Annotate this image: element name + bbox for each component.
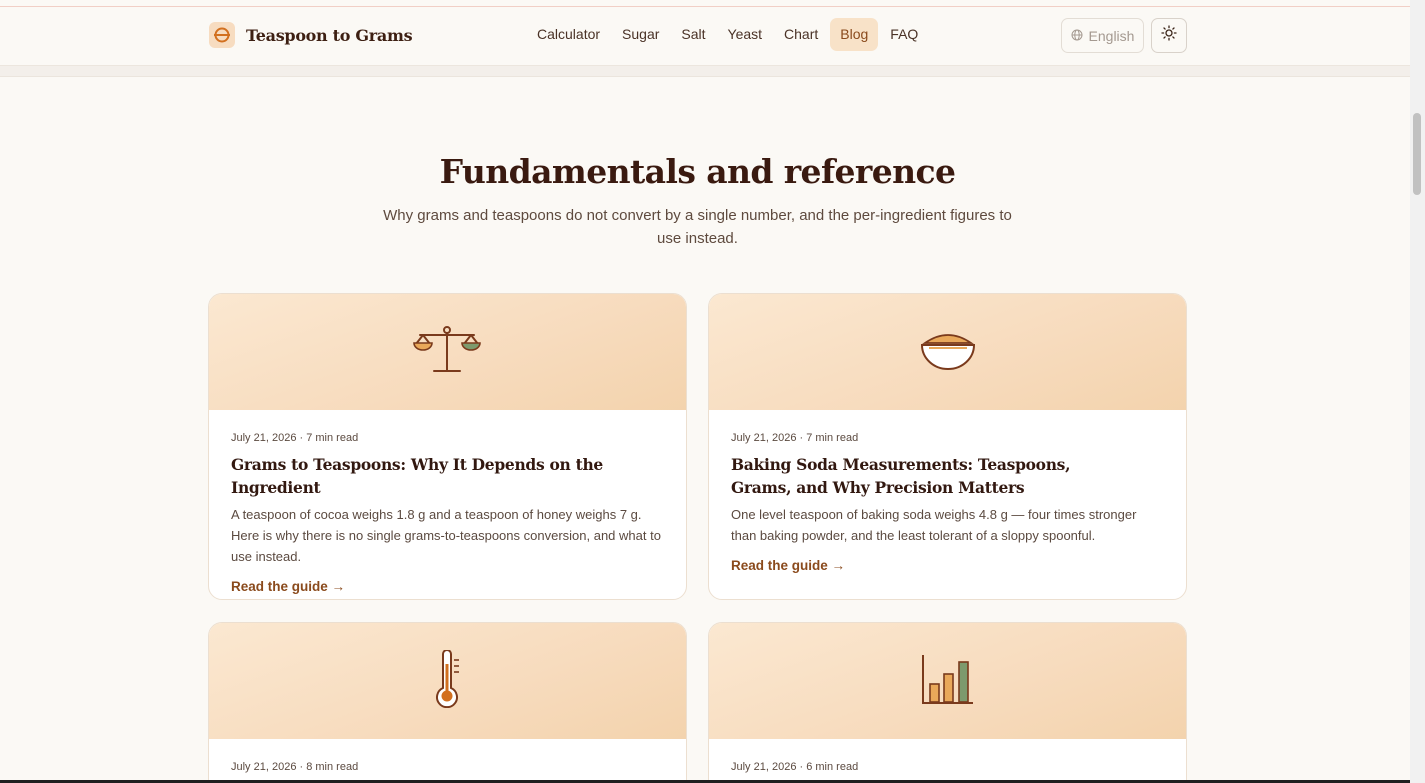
language-select[interactable]: English [1061, 18, 1144, 53]
nav-salt[interactable]: Salt [671, 18, 715, 51]
nav-chart[interactable]: Chart [774, 18, 828, 51]
card-meta: July 21, 2026 · 6 min read [731, 761, 859, 773]
card-excerpt: A teaspoon of cocoa weighs 1.8 g and a t… [231, 507, 661, 564]
brand-name: Teaspoon to Grams [246, 25, 413, 45]
blog-card-grams-to-teaspoons[interactable]: July 21, 2026 · 7 min read Grams to Teas… [208, 293, 687, 600]
card-title[interactable]: Baking Soda Measurements: Teaspoons, Gra… [731, 453, 1071, 499]
card-meta: July 21, 2026 · 8 min read [231, 761, 359, 773]
bowl-icon [919, 329, 977, 376]
nav-yeast[interactable]: Yeast [718, 18, 773, 51]
page-scrollbar-thumb[interactable] [1413, 113, 1421, 195]
sun-icon [1161, 25, 1177, 46]
blog-card-temperature[interactable]: July 21, 2026 · 8 min read [208, 622, 687, 783]
card-meta: July 21, 2026 · 7 min read [231, 432, 359, 444]
balance-scale-icon [412, 324, 484, 381]
nav-sugar[interactable]: Sugar [612, 18, 669, 51]
read-guide-link[interactable]: Read the guide → [731, 558, 845, 573]
card-hero [709, 294, 1186, 410]
thermometer-icon [433, 648, 463, 713]
section-subtitle: Why grams and teaspoons do not convert b… [383, 207, 1012, 247]
card-excerpt: One level teaspoon of baking soda weighs… [731, 507, 1137, 543]
site-header: Teaspoon to Grams Calculator Sugar Salt … [0, 7, 1410, 66]
teaspoon-logo-icon [209, 22, 235, 48]
nav-blog[interactable]: Blog [830, 18, 879, 51]
header-shadow-band [0, 66, 1410, 77]
language-label: English [1088, 27, 1135, 44]
card-meta: July 21, 2026 · 7 min read [731, 432, 859, 444]
card-hero [209, 623, 686, 739]
bar-chart-icon [921, 653, 975, 710]
nav-calculator[interactable]: Calculator [527, 18, 610, 51]
read-guide-link[interactable]: Read the guide → [231, 579, 345, 594]
globe-icon [1071, 28, 1083, 44]
theme-toggle-button[interactable] [1151, 18, 1187, 53]
brand-logo[interactable]: Teaspoon to Grams [209, 22, 413, 48]
main-nav: Calculator Sugar Salt Yeast Chart Blog F… [527, 18, 930, 51]
card-title[interactable]: Grams to Teaspoons: Why It Depends on th… [231, 453, 664, 499]
blog-card-baking-soda[interactable]: July 21, 2026 · 7 min read Baking Soda M… [708, 293, 1187, 600]
card-hero [709, 623, 1186, 739]
section-title: Fundamentals and reference [439, 152, 956, 191]
nav-faq[interactable]: FAQ [880, 18, 928, 51]
blog-card-chart[interactable]: July 21, 2026 · 6 min read [708, 622, 1187, 783]
card-hero [209, 294, 686, 410]
